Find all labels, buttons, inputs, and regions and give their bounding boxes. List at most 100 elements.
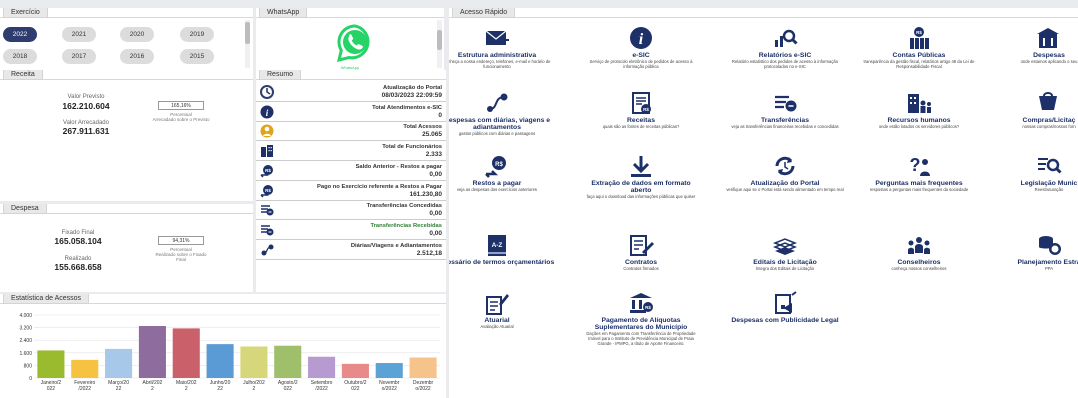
x-tick-label: /2022 [315, 386, 328, 392]
quick-access-subtitle: Relatório estatístico dos pedidos de ace… [731, 59, 839, 69]
quick-access-item[interactable]: Conselheiros conheça nossos conselheiros [859, 233, 979, 272]
resumo-row: Diárias/Viagens e Adiantamentos 2.512,18 [256, 241, 446, 260]
quick-access-item[interactable]: R$ Receitas quais são as fontes de receita… [581, 91, 701, 130]
quick-access-item[interactable]: Planejamento Estra PPA [989, 233, 1078, 272]
exercicio-panel: Exercício 2022 2021 2020 2019 2018 2017 2016 20… [0, 8, 253, 70]
quick-access-item[interactable]: Editais de Licitação Íntegra dos Editais … [725, 233, 845, 272]
quick-access-item[interactable]: Extração de dados em formato aberto faça … [581, 154, 701, 200]
realizado-value: 155.668.658 [54, 262, 102, 272]
resumo-row-value: 0 [438, 111, 442, 119]
bar-setembro-2022[interactable] [308, 356, 336, 378]
year-button[interactable]: 2015 [180, 49, 214, 64]
receita-percent-desc: Arrecadado sobre o Previsto [152, 117, 210, 122]
quick-access-item[interactable]: Contratos Contratos firmados [581, 233, 701, 272]
bar-julho-2022[interactable] [240, 346, 268, 379]
bar-fevereiro-2022[interactable] [71, 359, 99, 378]
bar-janeiro-2022[interactable] [37, 350, 65, 378]
resumo-row: i Total Atendimentos e-SIC 0 [256, 103, 446, 122]
quick-access-item[interactable]: Atuarial Avaliação Atuarial [449, 291, 557, 330]
resumo-row-title: Atualização do Portal [383, 85, 442, 91]
quick-access-item[interactable]: A-Z Glossário de termos orçamentários [449, 233, 557, 266]
quick-access-title: e-SIC [632, 52, 650, 59]
resumo-row-title: Saldo Anterior - Restos a pagar [355, 163, 442, 170]
bar-agosto-2022[interactable] [274, 345, 302, 378]
bar-mar-o-2022[interactable] [105, 348, 133, 378]
exercicio-tab[interactable]: Exercício [3, 8, 48, 18]
y-tick-label: 1.600 [19, 351, 32, 357]
quick-access-item[interactable]: Despesas com Publicidade Legal [725, 291, 845, 324]
resumo-row-title: Transferências Recebidas [370, 222, 442, 229]
resumo-row: Atualização do Portal 08/03/2023 22:09:59 [256, 83, 446, 102]
valor-previsto-value: 162.210.604 [62, 101, 110, 111]
svg-text:R$: R$ [495, 162, 503, 168]
quick-access-title: Atualização do Portal [750, 180, 820, 187]
whatsapp-tab[interactable]: WhatsApp [259, 8, 308, 18]
year-button[interactable]: 2018 [3, 49, 37, 64]
year-button[interactable]: 2017 [62, 49, 96, 64]
quick-access-item[interactable]: Relatórios e-SIC Relatório estatístico do… [725, 26, 845, 70]
svg-text:R$: R$ [643, 107, 649, 112]
year-button[interactable]: 2022 [3, 27, 37, 42]
quick-access-item[interactable]: Legislação Munic Reestruturação [989, 154, 1078, 193]
quick-access-subtitle: nossas compras/nossos forn [1022, 124, 1076, 129]
dictionary-icon: A-Z [488, 235, 506, 256]
access-person-icon [260, 124, 274, 138]
year-button[interactable]: 2021 [62, 27, 96, 42]
quick-access-title: Receitas [627, 117, 655, 124]
quick-access-item[interactable]: R$ Restos a pagar veja as despesas dos exe… [449, 154, 557, 193]
portal-update-icon [260, 85, 274, 99]
despesa-tab[interactable]: Despesa [3, 204, 47, 214]
bar-abril-2022[interactable] [138, 326, 166, 378]
money-hand-icon: R$ [485, 156, 506, 178]
money-arrow-icon: R$ [260, 164, 273, 178]
public-accounts-icon: R$ [910, 27, 929, 49]
documents-icon [772, 238, 798, 255]
quick-access-title: Compras/Licitaç [1022, 117, 1076, 124]
quick-access-item[interactable]: R$ Contas Públicas transparência da gestão… [859, 26, 979, 70]
year-button[interactable]: 2020 [120, 27, 154, 42]
quick-access-item[interactable]: i e-SIC Serviço de protocolo eletrônico de… [581, 26, 701, 70]
quick-access-item[interactable]: R$ Pagamento de Alíquotas Suplementares d… [581, 291, 701, 346]
shopping-icon [1039, 92, 1057, 110]
quick-access-item[interactable]: Atualização do Portal verifique aqui se o… [725, 154, 845, 193]
esic-info-icon: i [260, 105, 274, 119]
receita-tab[interactable]: Receita [3, 70, 43, 80]
transfer-icon [261, 205, 274, 216]
quick-access-item[interactable]: Transferências veja as transferências fin… [725, 91, 845, 130]
resumo-row-title: Pago no Exercício referente a Restos a P… [316, 183, 442, 190]
bar-maio-2022[interactable] [172, 328, 200, 378]
valor-arrecadado-value: 267.911.631 [62, 126, 110, 136]
quick-access-item[interactable]: Estrutura administrativa conheça a nossa … [449, 26, 557, 70]
bar-junho-2022[interactable] [206, 344, 234, 378]
quick-access-item[interactable]: Despesas com diárias, viagens e adiantam… [449, 91, 557, 137]
bar-novembro-2022[interactable] [375, 363, 403, 378]
years-scrollbar[interactable] [245, 20, 250, 68]
x-tick-label: 2 [185, 386, 188, 392]
buildings-money-icon [1037, 28, 1059, 48]
quick-access-item[interactable]: Despesas onde estamos aplicando o seu [989, 26, 1078, 65]
quick-access-title: Editais de Licitação [753, 259, 817, 266]
quick-access-title: Despesas [1033, 52, 1065, 59]
acesso-rapido-panel: Acesso Rápido Estrutura administrativa co… [449, 8, 1078, 398]
whatsapp-scrollbar[interactable] [437, 20, 442, 68]
x-tick-label: 022 [47, 386, 56, 392]
quick-access-title: Extração de dados em formato aberto [591, 180, 691, 194]
quick-access-title: Planejamento Estra [1017, 259, 1078, 266]
resumo-row: Total de Funcionários 2.333 [256, 142, 446, 162]
quick-access-subtitle: onde estamos aplicando o seu [1020, 59, 1078, 64]
svg-text:R$: R$ [645, 305, 651, 310]
quick-access-subtitle: conheça nossos conselheiros [891, 266, 947, 271]
whatsapp-icon[interactable] [331, 20, 379, 68]
receita-percent-box: 165,16% [158, 101, 204, 110]
quick-access-item[interactable]: ? Perguntas mais frequentes respostas a pe… [859, 154, 979, 193]
year-button[interactable]: 2016 [120, 49, 154, 64]
svg-text:i: i [639, 31, 644, 48]
acesso-rapido-tab[interactable]: Acesso Rápido [452, 8, 516, 18]
quick-access-item[interactable]: Compras/Licitaç nossas compras/nossos for… [989, 91, 1078, 130]
year-button[interactable]: 2019 [180, 27, 214, 42]
resumo-tab[interactable]: Resumo [259, 70, 302, 80]
bar-dezembro-2022[interactable] [409, 357, 437, 378]
bar-outubro-2022[interactable] [341, 363, 369, 378]
resumo-row-title: Transferências Concedidas [366, 203, 442, 210]
quick-access-item[interactable]: Recursos humanos onde estão lotados os se… [859, 91, 979, 130]
